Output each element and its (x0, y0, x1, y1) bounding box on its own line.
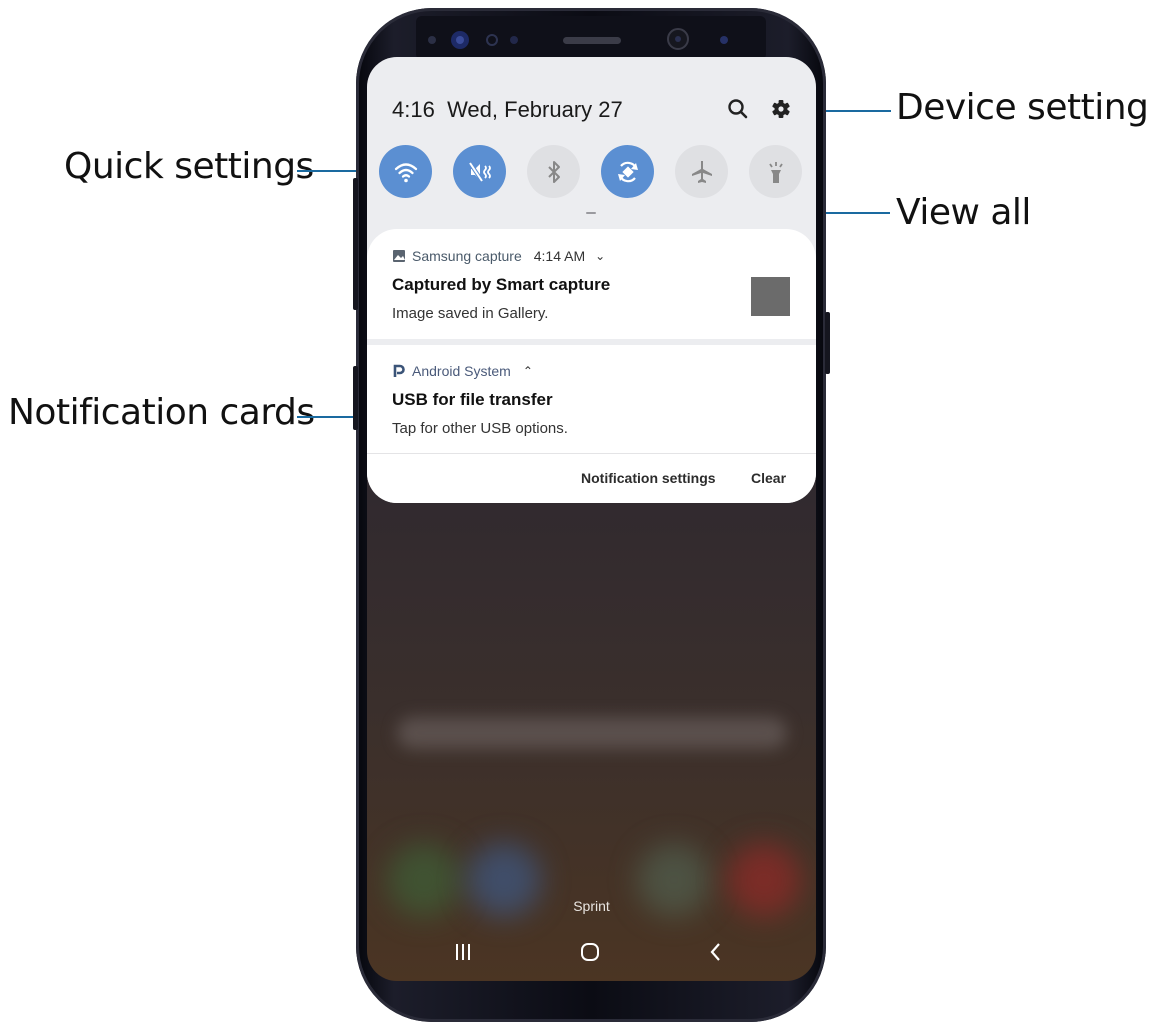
notification-panel: 4:16 Wed, February 27 Samsung capture 4:… (367, 57, 816, 503)
recent-apps-icon[interactable] (451, 940, 475, 964)
quick-settings-callout: Quick settings (64, 146, 314, 187)
notification-cards-callout: Notification cards (8, 392, 315, 433)
carrier-label: Sprint (573, 898, 610, 914)
phone-screen: 4:16 Wed, February 27 Samsung capture 4:… (367, 57, 816, 981)
actions-divider (367, 453, 816, 454)
android-system-icon (393, 364, 405, 377)
wifi-toggle[interactable] (379, 145, 432, 198)
airplane-icon (691, 160, 712, 183)
notification-app-row: Android System ⌃ (392, 363, 533, 379)
power-button (825, 312, 830, 374)
back-icon[interactable] (704, 940, 728, 964)
home-icon[interactable] (578, 940, 602, 964)
notification-app-name: Samsung capture (412, 248, 522, 264)
gear-icon[interactable] (769, 97, 793, 121)
notification-title: USB for file transfer (392, 390, 553, 409)
bluetooth-icon (547, 160, 560, 183)
notification-body: Tap for other USB options. (392, 420, 568, 437)
chevron-up-icon[interactable]: ⌃ (523, 364, 533, 378)
blurred-search-bar (397, 717, 787, 749)
notification-time: 4:14 AM (533, 248, 586, 264)
status-date: Wed, February 27 (447, 97, 623, 122)
chevron-down-icon[interactable]: ⌄ (595, 249, 605, 263)
sound-toggle[interactable] (453, 145, 506, 198)
notification-cards: Samsung capture 4:14 AM ⌄ Captured by Sm… (367, 229, 816, 503)
volume-button (353, 366, 358, 430)
bixby-button (353, 178, 358, 310)
status-datetime: 4:16 Wed, February 27 (392, 97, 623, 123)
notification-thumbnail (751, 277, 790, 316)
auto-rotate-toggle[interactable] (601, 145, 654, 198)
mute-icon (467, 161, 491, 182)
notification-settings-button[interactable]: Notification settings (581, 470, 716, 486)
status-time: 4:16 (392, 97, 435, 122)
notification-body: Image saved in Gallery. (392, 305, 549, 322)
notification-app-row: Samsung capture 4:14 AM ⌄ (392, 248, 605, 264)
bluetooth-toggle[interactable] (527, 145, 580, 198)
device-settings-callout: Device settings (896, 87, 1149, 128)
view-all-handle[interactable] (586, 212, 596, 214)
rotate-icon (617, 161, 638, 182)
search-icon[interactable] (726, 97, 750, 121)
clear-button[interactable]: Clear (751, 470, 786, 486)
airplane-toggle[interactable] (675, 145, 728, 198)
card-separator (367, 339, 816, 345)
view-all-callout: View all (896, 192, 1031, 233)
notification-title: Captured by Smart capture (392, 275, 611, 294)
flashlight-toggle[interactable] (749, 145, 802, 198)
notification-app-name: Android System (412, 363, 511, 379)
wifi-icon (394, 162, 417, 182)
flashlight-icon (768, 161, 783, 183)
image-icon (393, 250, 405, 262)
